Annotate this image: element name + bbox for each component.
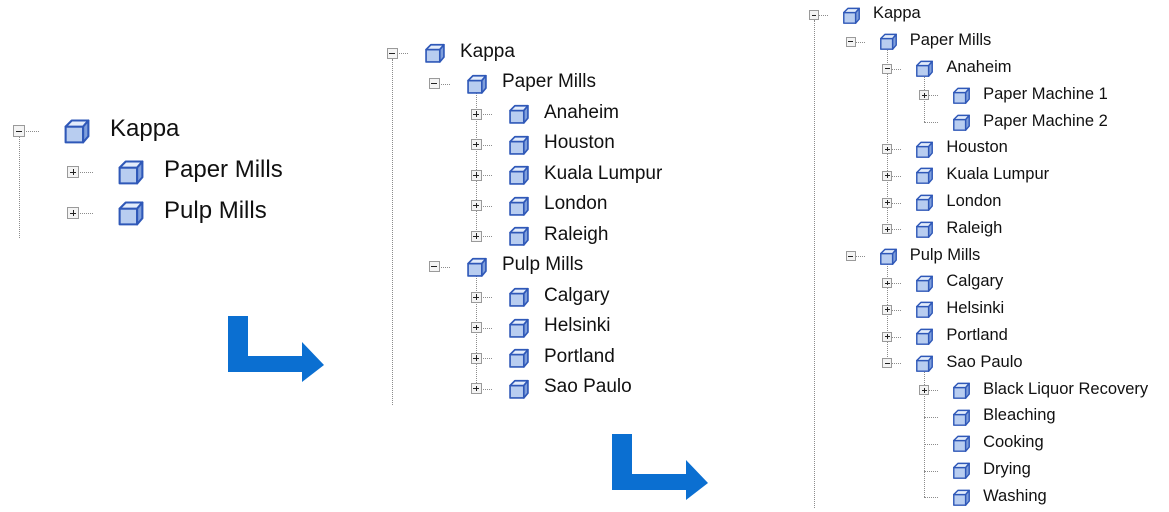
tree-connector-line: [924, 470, 939, 472]
cube-node-icon: [952, 113, 971, 137]
tree-connector-line: [924, 497, 939, 499]
cube-node-icon: [915, 140, 934, 164]
expand-plus-icon[interactable]: [919, 90, 930, 101]
cube-node-icon: [915, 59, 934, 83]
cube-node-icon: [879, 247, 898, 271]
tree-node-label: Kappa: [873, 4, 921, 23]
arrow-icon: [612, 434, 708, 500]
expand-plus-icon[interactable]: [882, 197, 893, 208]
cube-node-icon: [915, 327, 934, 351]
tree-node-label: Kuala Lumpur: [946, 165, 1050, 184]
expand-plus-icon[interactable]: [882, 170, 893, 181]
arrow-icon: [228, 316, 324, 382]
tree-node-label: Calgary: [946, 272, 1004, 291]
cube-node-icon: [952, 86, 971, 110]
cube-node-icon: [915, 220, 934, 244]
expand-plus-icon[interactable]: [882, 331, 893, 342]
tree-node-label: Paper Mills: [909, 31, 992, 50]
tree-node-label: Paper Machine 2: [983, 111, 1108, 130]
cube-node-icon: [952, 434, 971, 458]
cube-node-icon: [842, 6, 861, 30]
expand-plus-icon[interactable]: [882, 278, 893, 288]
cube-node-icon: [915, 193, 934, 217]
tree-node-label: London: [946, 192, 1002, 211]
cube-node-icon: [952, 461, 971, 485]
tree-node-label: Black Liquor Recovery: [983, 379, 1149, 398]
tree-connector-line: [814, 20, 815, 508]
cube-node-icon: [952, 488, 971, 512]
cube-node-icon: [952, 381, 971, 405]
expand-plus-icon[interactable]: [919, 385, 930, 396]
tree-node-label: Anaheim: [946, 58, 1012, 77]
cube-node-icon: [915, 274, 934, 298]
expand-plus-icon[interactable]: [882, 144, 893, 154]
expand-arrow-1: [228, 316, 324, 382]
cube-node-icon: [915, 354, 934, 378]
collapse-minus-icon[interactable]: [845, 251, 856, 262]
tree-connector-line: [924, 443, 939, 445]
tree-node-label: Sao Paulo: [946, 352, 1023, 371]
cube-node-icon: [915, 300, 934, 324]
tree-node-label: Portland: [946, 326, 1008, 345]
cube-node-icon: [952, 408, 971, 432]
cube-node-icon: [879, 32, 898, 56]
tree-node-label: Washing: [983, 486, 1047, 505]
tree-node-label: Raleigh: [946, 218, 1003, 237]
tree-node-label: Helsinki: [946, 299, 1005, 318]
tree-connector-line: [924, 417, 939, 418]
tree-node-label: Pulp Mills: [909, 245, 981, 264]
cube-node-icon: [915, 166, 934, 190]
collapse-minus-icon[interactable]: [845, 36, 856, 47]
collapse-minus-icon[interactable]: [809, 10, 819, 20]
tree-node-label: Drying: [983, 460, 1031, 479]
expand-arrow-2: [612, 434, 708, 500]
collapse-minus-icon[interactable]: [882, 358, 893, 369]
expand-plus-icon[interactable]: [882, 304, 893, 315]
tree-view-fully-expanded: Kappa Paper Mills Anaheim Paper Machine 1 Pa…: [0, 0, 1169, 510]
tree-node-label: Cooking: [983, 433, 1044, 452]
tree-node-label: Houston: [946, 138, 1008, 157]
expand-plus-icon[interactable]: [882, 224, 893, 235]
tree-node-label: Paper Machine 1: [983, 84, 1108, 103]
collapse-minus-icon[interactable]: [882, 63, 893, 74]
tree-connector-line: [924, 122, 939, 124]
tree-node-label: Bleaching: [983, 406, 1056, 425]
